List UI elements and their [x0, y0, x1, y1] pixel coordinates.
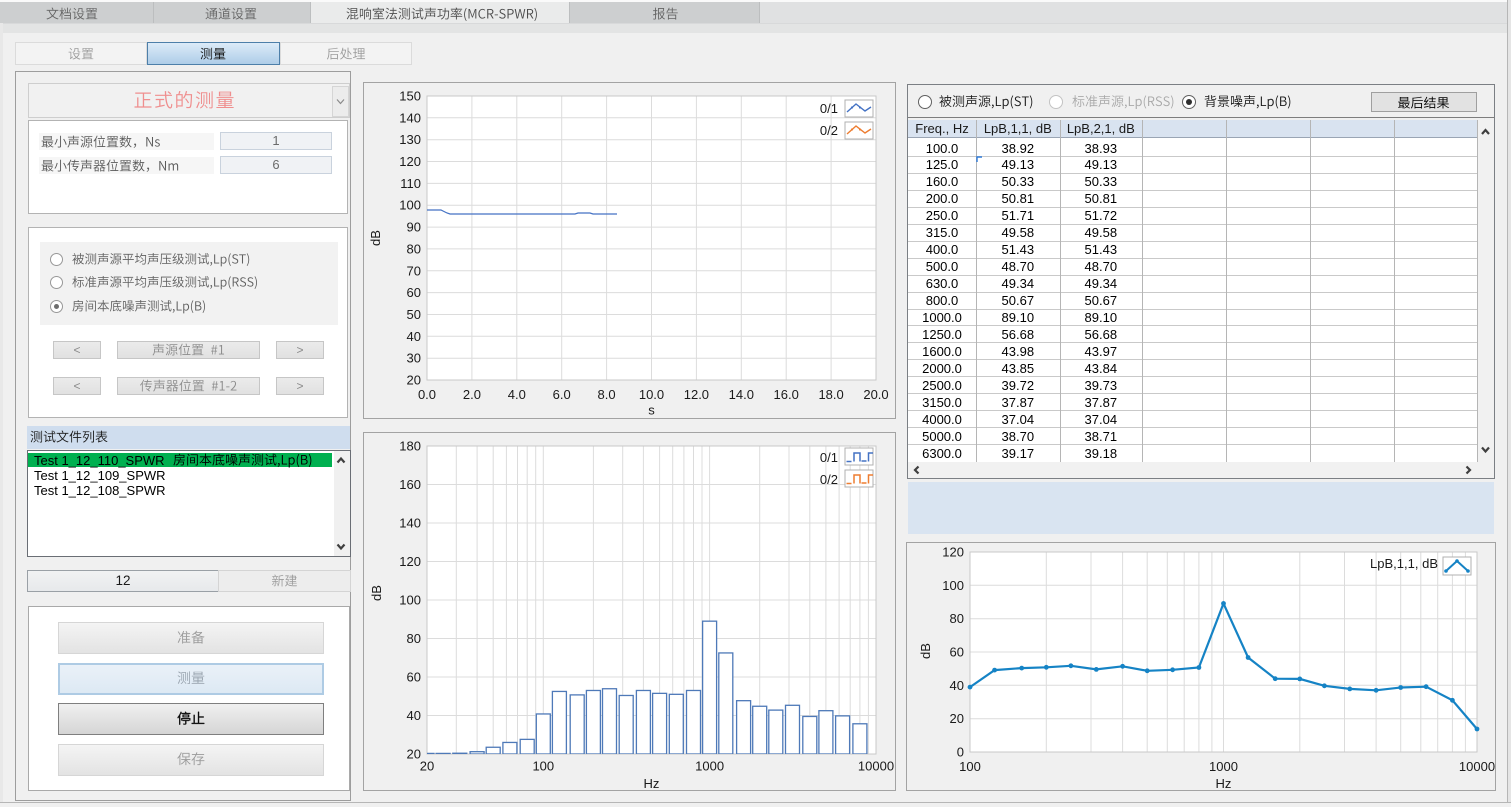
svg-text:140: 140 — [399, 516, 421, 531]
svg-text:dB: dB — [918, 643, 933, 659]
svg-text:1000: 1000 — [1209, 759, 1238, 774]
svg-text:16.0: 16.0 — [774, 387, 799, 402]
svg-text:0.0: 0.0 — [418, 387, 436, 402]
svg-text:70: 70 — [407, 263, 421, 278]
svg-text:20: 20 — [420, 759, 434, 774]
svg-text:100: 100 — [399, 198, 421, 213]
svg-text:100: 100 — [942, 578, 964, 593]
svg-text:60: 60 — [950, 645, 964, 660]
svg-text:12.0: 12.0 — [684, 387, 709, 402]
svg-text:130: 130 — [399, 132, 421, 147]
svg-text:90: 90 — [407, 220, 421, 235]
svg-text:2.0: 2.0 — [463, 387, 481, 402]
svg-text:0: 0 — [957, 745, 964, 760]
svg-text:0/2: 0/2 — [820, 472, 838, 487]
svg-text:8.0: 8.0 — [598, 387, 616, 402]
svg-text:140: 140 — [399, 110, 421, 125]
svg-text:120: 120 — [942, 545, 964, 560]
svg-text:110: 110 — [400, 176, 421, 191]
svg-text:10.0: 10.0 — [639, 387, 664, 402]
svg-text:80: 80 — [407, 241, 421, 256]
svg-text:50: 50 — [407, 307, 421, 322]
svg-text:40: 40 — [407, 329, 421, 344]
svg-text:60: 60 — [407, 670, 421, 685]
svg-text:0/1: 0/1 — [820, 101, 838, 116]
svg-text:100: 100 — [399, 593, 421, 608]
svg-text:100: 100 — [959, 759, 981, 774]
svg-text:160: 160 — [399, 477, 421, 492]
svg-text:60: 60 — [407, 285, 421, 300]
svg-text:LpB,1,1, dB: LpB,1,1, dB — [1370, 556, 1438, 571]
svg-text:18.0: 18.0 — [818, 387, 843, 402]
svg-text:120: 120 — [399, 154, 421, 169]
svg-text:6.0: 6.0 — [553, 387, 571, 402]
svg-text:80: 80 — [950, 611, 964, 626]
svg-text:10000: 10000 — [858, 759, 894, 774]
svg-text:180: 180 — [399, 439, 421, 454]
svg-text:80: 80 — [407, 631, 421, 646]
svg-text:40: 40 — [407, 708, 421, 723]
svg-text:dB: dB — [368, 230, 383, 246]
svg-text:4.0: 4.0 — [508, 387, 526, 402]
svg-text:150: 150 — [399, 89, 421, 104]
svg-text:20: 20 — [407, 373, 421, 388]
svg-text:40: 40 — [950, 678, 964, 693]
svg-text:10000: 10000 — [1459, 759, 1495, 774]
svg-text:0/2: 0/2 — [820, 123, 838, 138]
svg-text:dB: dB — [369, 585, 384, 601]
svg-text:Hz: Hz — [644, 776, 660, 791]
svg-text:s: s — [648, 403, 655, 418]
svg-text:120: 120 — [399, 554, 421, 569]
svg-text:20: 20 — [950, 711, 964, 726]
svg-text:Hz: Hz — [1216, 776, 1232, 791]
svg-text:14.0: 14.0 — [729, 387, 754, 402]
svg-text:0/1: 0/1 — [820, 450, 838, 465]
svg-text:1000: 1000 — [695, 759, 724, 774]
svg-text:30: 30 — [407, 351, 421, 366]
svg-text:100: 100 — [532, 759, 554, 774]
